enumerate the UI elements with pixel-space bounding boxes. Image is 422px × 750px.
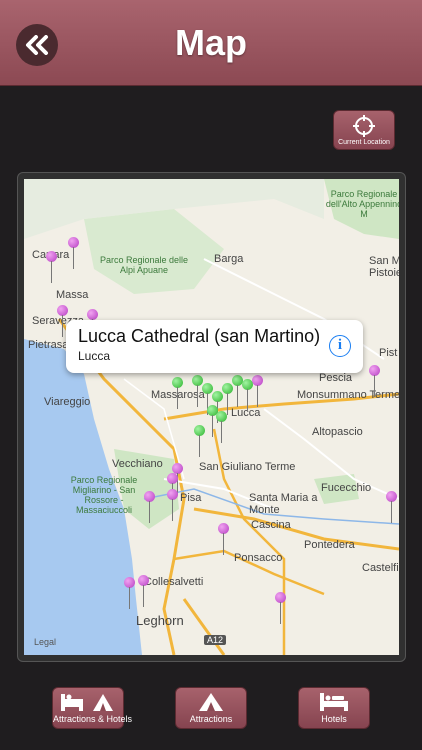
map-pin[interactable] [218,523,229,557]
tab-label: Attractions & Hotels [53,714,133,724]
place-label: Pisa [180,492,202,504]
place-label: San M [369,255,399,267]
crosshair-icon [353,115,375,137]
map-pin[interactable] [167,489,178,523]
page-title: Map [175,22,247,63]
tab-label: Hotels [321,714,347,724]
map-pin[interactable] [138,575,149,609]
place-label: Monsummano Terme [297,389,399,401]
map-pin[interactable] [68,237,79,271]
callout-title: Lucca Cathedral (san Martino) [78,326,321,346]
map-pin[interactable] [172,377,183,411]
map-pin[interactable] [216,411,227,445]
map-pin[interactable] [124,577,135,611]
park-label-alto-appennino: Parco Regionale dell'Alto Appennino M [325,189,399,219]
map-frame: Parco Regionale delle Alpi Apuane Parco … [17,172,406,662]
place-label: Leghorn [136,613,184,628]
callout-subtitle: Lucca [78,349,111,363]
legal-link[interactable]: Legal [34,637,56,647]
place-label: Collesalvetti [144,576,204,588]
place-label: Pistoie [369,267,399,279]
place-label: Santa Maria a Monte [249,492,318,516]
map-pin[interactable] [369,365,380,399]
place-label: Massa [56,289,89,301]
hotels-button[interactable]: Hotels [298,687,370,729]
place-label: Cascina [251,519,291,531]
attractions-button[interactable]: Attractions [175,687,247,729]
bed-and-tent-icon [61,694,113,711]
place-label: Pist [379,347,398,359]
bottom-toolbar: Attractions & Hotels Attractions Hotels [0,672,422,750]
place-label: Viareggio [44,396,91,408]
park-label-alpi-apuane: Parco Regionale delle Alpi Apuane [99,255,189,275]
map-pin[interactable] [46,251,57,285]
tent-icon [199,693,223,711]
place-label: Pontedera [304,539,355,551]
current-location-label: Current Location [338,139,390,146]
place-label: Barga [214,253,244,265]
place-label: Vecchiano [112,458,163,470]
bed-icon [320,693,348,711]
map-pin[interactable] [242,379,253,413]
map-view[interactable]: Parco Regionale delle Alpi Apuane Parco … [24,179,399,655]
place-label: Pescia [319,372,353,384]
tab-label: Attractions [189,714,233,724]
info-icon[interactable]: i [329,335,351,357]
road-label-a12: A12 [204,635,227,645]
place-label: Altopascio [312,426,363,438]
nav-bar: Map [0,0,422,86]
place-label: San Giuliano Terme [199,461,296,473]
pin-callout[interactable]: Lucca Cathedral (san Martino) Lucca i [66,320,363,373]
park-label-migliarino: Parco Regionale Migliarino - San Rossore… [70,475,138,515]
map-pin[interactable] [275,592,286,626]
place-label: Ponsacco [234,552,283,564]
place-label: Castelfi [362,562,399,574]
current-location-button[interactable]: Current Location [333,110,395,150]
attractions-and-hotels-button[interactable]: Attractions & Hotels [52,687,133,729]
map-pin[interactable] [194,425,205,459]
map-pin[interactable] [144,491,155,525]
place-label: Fucecchio [321,482,372,494]
map-pin[interactable] [252,375,263,409]
map-pin[interactable] [386,491,397,525]
